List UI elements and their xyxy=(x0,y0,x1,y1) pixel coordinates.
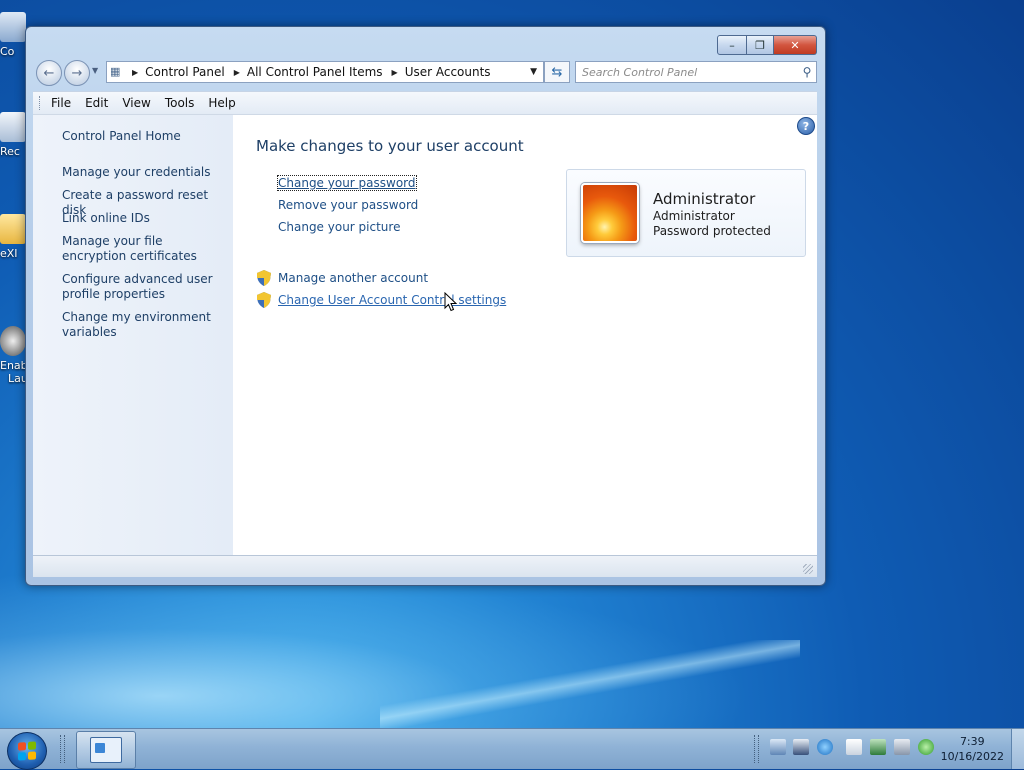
search-icon[interactable]: ⚲ xyxy=(798,65,816,79)
sidebar-link-online-ids[interactable]: Link online IDs xyxy=(62,211,222,226)
screen-icon[interactable] xyxy=(793,739,809,755)
manage-another-account-link[interactable]: Manage another account xyxy=(278,271,428,285)
windows-logo-icon xyxy=(18,741,36,761)
mouse-cursor-icon xyxy=(444,292,458,312)
desktop-light-streak xyxy=(380,640,800,730)
control-panel-icon xyxy=(90,737,122,763)
volume-muted-icon[interactable] xyxy=(894,739,910,755)
content-area: Control Panel Home Manage your credentia… xyxy=(33,114,817,555)
desktop-icon-label-line2: Lau xyxy=(8,372,28,385)
search-input[interactable] xyxy=(576,64,798,80)
restore-icon: ❐ xyxy=(755,38,765,52)
network-icon[interactable] xyxy=(870,739,886,755)
security-check-icon[interactable] xyxy=(918,739,934,755)
chevron-down-icon: ▼ xyxy=(92,66,99,75)
uac-shield-icon xyxy=(257,292,271,308)
start-button[interactable] xyxy=(7,732,47,770)
resize-grip[interactable] xyxy=(803,564,813,574)
desktop-icon-label: Co xyxy=(0,45,15,58)
clock[interactable]: 7:39 10/16/2022 xyxy=(941,734,1004,764)
back-arrow-icon: ← xyxy=(43,65,55,81)
taskbar-grip xyxy=(64,735,68,763)
breadcrumb-control-panel[interactable]: Control Panel xyxy=(145,65,225,79)
desktop-icon-label: Rec xyxy=(0,145,20,158)
refresh-icon: ⇆ xyxy=(551,64,563,80)
folder-icon xyxy=(0,214,26,244)
sidebar-link-file-encryption[interactable]: Manage your file encryption certificates xyxy=(62,234,222,264)
forward-arrow-icon: → xyxy=(71,65,83,81)
caption-buttons: – ❐ ✕ xyxy=(717,35,817,55)
navigation-bar: ← → ▼ ▦ ▶ Control Panel ▶ All Control Pa… xyxy=(34,58,817,86)
menu-view[interactable]: View xyxy=(122,96,150,110)
account-status: Password protected xyxy=(653,224,771,238)
sidebar-link-advanced-profile[interactable]: Configure advanced user profile properti… xyxy=(62,272,222,302)
show-desktop-button[interactable] xyxy=(1011,729,1024,769)
account-type: Administrator xyxy=(653,209,735,223)
desktop-icon-folder[interactable]: eXI xyxy=(0,214,26,260)
back-button[interactable]: ← xyxy=(36,60,62,86)
desktop-icon-label: eXI xyxy=(0,247,18,260)
sidebar-link-environment-variables[interactable]: Change my environment variables xyxy=(62,310,222,340)
avatar xyxy=(581,183,639,243)
desktop-icon-recycle-bin[interactable]: Rec xyxy=(0,112,26,158)
menu-tools[interactable]: Tools xyxy=(165,96,195,110)
tray-grip xyxy=(758,735,762,763)
breadcrumb-separator-icon[interactable]: ▶ xyxy=(392,68,398,77)
computer-icon xyxy=(0,12,26,42)
menu-grip xyxy=(39,96,43,110)
document-icon[interactable] xyxy=(846,739,862,755)
desktop-icon-label: Enab xyxy=(0,359,28,372)
desktop-icon-computer[interactable]: Co xyxy=(0,12,26,58)
menu-edit[interactable]: Edit xyxy=(85,96,108,110)
recycle-bin-icon xyxy=(0,112,26,142)
taskbar: 7:39 10/16/2022 xyxy=(0,728,1024,770)
user-accounts-window: – ❐ ✕ ← → ▼ ▦ ▶ Control Panel ▶ All Cont… xyxy=(25,26,826,586)
recent-pages-dropdown[interactable]: ▼ xyxy=(92,66,98,75)
main-panel: ? Make changes to your user account Chan… xyxy=(233,115,817,555)
clock-date: 10/16/2022 xyxy=(940,750,1004,763)
page-title: Make changes to your user account xyxy=(256,137,524,155)
desktop-icon-launcher[interactable]: Enab Lau xyxy=(0,326,28,385)
maximize-button[interactable]: ❐ xyxy=(747,35,774,55)
clock-time: 7:39 xyxy=(959,735,985,748)
control-panel-icon: ▦ xyxy=(110,65,121,78)
breadcrumb-all-items[interactable]: All Control Panel Items xyxy=(247,65,383,79)
change-password-link[interactable]: Change your password xyxy=(277,175,417,191)
menu-file[interactable]: File xyxy=(51,96,71,110)
close-button[interactable]: ✕ xyxy=(774,35,817,55)
control-panel-home-link[interactable]: Control Panel Home xyxy=(62,129,222,144)
change-uac-settings-link[interactable]: Change User Account Control settings xyxy=(278,293,506,307)
minimize-button[interactable]: – xyxy=(717,35,747,55)
change-picture-link[interactable]: Change your picture xyxy=(278,220,400,234)
remove-password-link[interactable]: Remove your password xyxy=(278,198,418,212)
breadcrumb-separator-icon[interactable]: ▶ xyxy=(132,68,138,77)
task-sidebar: Control Panel Home Manage your credentia… xyxy=(33,115,233,555)
help-icon[interactable]: ? xyxy=(797,117,815,135)
menu-help[interactable]: Help xyxy=(208,96,235,110)
minimize-icon: – xyxy=(729,38,735,52)
forward-button[interactable]: → xyxy=(64,60,90,86)
account-name: Administrator xyxy=(653,190,756,208)
account-card: Administrator Administrator Password pro… xyxy=(566,169,806,257)
close-icon: ✕ xyxy=(790,38,800,52)
uac-shield-icon xyxy=(257,270,271,286)
menu-bar: File Edit View Tools Help xyxy=(33,91,817,114)
breadcrumb-separator-icon[interactable]: ▶ xyxy=(234,68,240,77)
search-box: ⚲ xyxy=(575,61,817,83)
taskbar-button-control-panel[interactable] xyxy=(76,731,136,769)
address-bar[interactable]: ▦ ▶ Control Panel ▶ All Control Panel It… xyxy=(106,61,544,83)
status-bar xyxy=(33,555,817,577)
disc-icon xyxy=(0,326,26,356)
address-dropdown-icon[interactable]: ▼ xyxy=(530,67,537,77)
refresh-button[interactable]: ⇆ xyxy=(544,61,570,83)
sidebar-link-credentials[interactable]: Manage your credentials xyxy=(62,165,222,180)
network-display-icon[interactable] xyxy=(770,739,786,755)
internet-explorer-icon[interactable] xyxy=(817,739,833,755)
breadcrumb-user-accounts[interactable]: User Accounts xyxy=(405,65,491,79)
